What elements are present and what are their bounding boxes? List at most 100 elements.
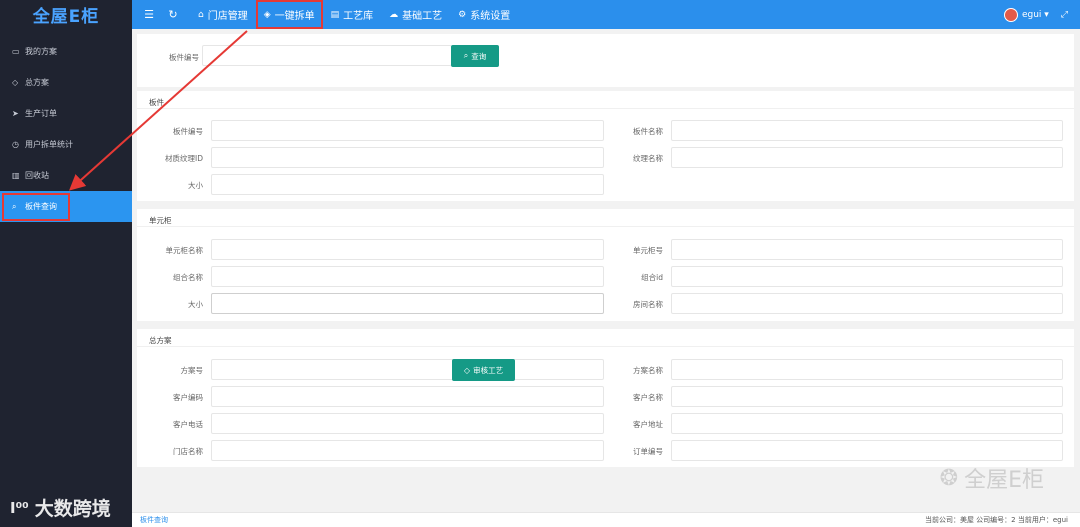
search-input[interactable] <box>202 45 452 66</box>
customer-phone-field[interactable] <box>211 413 604 434</box>
sidebar-item-label: 总方案 <box>25 78 49 87</box>
field-label: 板件名称 <box>633 127 663 136</box>
home-icon: ⌂ <box>198 9 204 20</box>
room-name-field[interactable] <box>671 293 1063 314</box>
board-name-field[interactable] <box>671 120 1063 141</box>
field-label: 方案号 <box>180 366 204 375</box>
user-area: egui ▾ ⤢ <box>1003 7 1080 22</box>
plan-no-field[interactable] <box>211 359 604 380</box>
shield-check-icon: ◈ <box>263 9 271 20</box>
customer-code-field[interactable] <box>211 386 604 407</box>
nav-label: 系统设置 <box>470 11 511 22</box>
field-label: 单元柜名称 <box>165 246 204 255</box>
main-content: 板件编号 ⌕ 查询 板件 板件编号 板件名称 材质纹理ID 纹理名称 大小 单元… <box>132 29 1080 512</box>
field-label: 大小 <box>188 300 203 309</box>
panel-title: 板件 <box>149 98 164 107</box>
menu-icon[interactable]: ☰ <box>142 8 156 21</box>
query-button[interactable]: ⌕ 查询 <box>451 45 499 67</box>
search-icon: ⌕ <box>463 51 469 60</box>
texture-name-field[interactable] <box>671 147 1063 168</box>
sidebar-item-user-split-stats[interactable]: ◷ 用户拆单统计 <box>0 129 132 160</box>
sidebar-item-label: 生产订单 <box>25 109 57 118</box>
nav-label: 门店管理 <box>207 11 248 22</box>
nav-one-click-split[interactable]: ◈ 一键拆单 <box>255 0 323 29</box>
board-size-field[interactable] <box>211 174 604 195</box>
nav-store-management[interactable]: ⌂ 门店管理 <box>190 0 256 29</box>
nav-label: 工艺库 <box>343 11 374 22</box>
clock-icon: ◷ <box>12 140 19 149</box>
nav-system-settings[interactable]: ⚙ 系统设置 <box>450 0 518 29</box>
field-label: 客户地址 <box>633 420 663 429</box>
footer: 板件查询 当前公司：美屋 公司编号：2 当前用户：egui <box>132 512 1080 527</box>
customer-address-field[interactable] <box>671 413 1063 434</box>
field-label: 大小 <box>188 181 203 190</box>
field-label: 房间名称 <box>633 300 663 309</box>
search-icon: ⌕ <box>12 201 17 211</box>
field-label: 组合id <box>641 273 663 282</box>
search-label: 板件编号 <box>169 53 199 62</box>
sidebar-item-label: 用户拆单统计 <box>25 140 73 149</box>
field-label: 客户电话 <box>173 420 203 429</box>
panel-title: 总方案 <box>149 336 172 345</box>
field-label: 板件编号 <box>173 127 203 136</box>
panel-title: 单元柜 <box>149 216 172 225</box>
unit-no-field[interactable] <box>671 239 1063 260</box>
store-name-field[interactable] <box>211 440 604 461</box>
order-no-field[interactable] <box>671 440 1063 461</box>
sidebar-item-label: 板件查询 <box>25 202 57 211</box>
audit-process-button[interactable]: ◇ 审核工艺 <box>452 359 515 381</box>
refresh-icon[interactable]: ↻ <box>166 8 180 21</box>
user-menu[interactable]: egui ▾ <box>1022 10 1049 20</box>
sidebar-item-my-plan[interactable]: ▭ 我的方案 <box>0 36 132 67</box>
panel-unit-cabinet: 单元柜 单元柜名称 单元柜号 组合名称 组合id 大小 房间名称 <box>137 209 1074 321</box>
nav-process-library[interactable]: ▤ 工艺库 <box>323 0 382 29</box>
field-label: 客户名称 <box>633 393 663 402</box>
unit-name-field[interactable] <box>211 239 604 260</box>
top-navbar: ☰ ↻ ⌂ 门店管理 ◈ 一键拆单 ▤ 工艺库 ☁ 基础工艺 ⚙ 系统设置 eg… <box>132 0 1080 29</box>
group-name-field[interactable] <box>211 266 604 287</box>
unit-size-field[interactable] <box>211 293 604 314</box>
divider <box>137 226 1074 227</box>
sidebar-item-label: 回收站 <box>25 171 49 180</box>
field-label: 订单编号 <box>633 447 663 456</box>
board-no-field[interactable] <box>211 120 604 141</box>
field-label: 材质纹理ID <box>165 154 203 163</box>
avatar[interactable] <box>1003 7 1018 22</box>
wechat-icon: ❂ <box>939 465 959 491</box>
texture-id-field[interactable] <box>211 147 604 168</box>
fullscreen-icon[interactable]: ⤢ <box>1061 10 1068 20</box>
book-icon: ▤ <box>330 9 340 20</box>
sidebar: 全屋E柜 ▭ 我的方案 ◇ 总方案 ➤ 生产订单 ◷ 用户拆单统计 ▥ 回收站 … <box>0 0 132 527</box>
plan-name-field[interactable] <box>671 359 1063 380</box>
send-icon: ➤ <box>12 109 19 118</box>
nav-label: 基础工艺 <box>402 11 443 22</box>
sidebar-item-master-plan[interactable]: ◇ 总方案 <box>0 67 132 98</box>
gear-icon: ⚙ <box>458 9 467 20</box>
sidebar-item-recycle-bin[interactable]: ▥ 回收站 <box>0 160 132 191</box>
app-logo: 全屋E柜 <box>32 7 100 27</box>
field-label: 纹理名称 <box>633 154 663 163</box>
panel-master-plan: 总方案 方案号 ◇ 审核工艺 方案名称 客户编码 客户名称 客户电话 客户地址 … <box>137 329 1074 467</box>
watermark-right: ❂ 全屋E柜 <box>939 465 1044 494</box>
field-label: 单元柜号 <box>633 246 663 255</box>
sidebar-item-production-order[interactable]: ➤ 生产订单 <box>0 98 132 129</box>
brand-logo-icon: I⁰⁰ <box>10 498 29 517</box>
group-id-field[interactable] <box>671 266 1063 287</box>
customer-name-field[interactable] <box>671 386 1063 407</box>
cloud-icon: ☁ <box>389 9 399 20</box>
diamond-icon: ◇ <box>12 78 19 87</box>
breadcrumb[interactable]: 板件查询 <box>140 515 168 525</box>
field-label: 方案名称 <box>633 366 663 375</box>
panel-board: 板件 板件编号 板件名称 材质纹理ID 纹理名称 大小 <box>137 91 1074 201</box>
watermark-left: I⁰⁰ 大数跨境 <box>10 498 111 520</box>
nav-basic-process[interactable]: ☁ 基础工艺 <box>381 0 450 29</box>
field-label: 门店名称 <box>173 447 203 456</box>
sidebar-item-label: 我的方案 <box>25 47 57 56</box>
divider <box>137 108 1074 109</box>
top-nav: ⌂ 门店管理 ◈ 一键拆单 ▤ 工艺库 ☁ 基础工艺 ⚙ 系统设置 <box>190 0 518 29</box>
field-label: 组合名称 <box>173 273 203 282</box>
divider <box>137 346 1074 347</box>
trash-icon: ▥ <box>12 171 20 180</box>
nav-label: 一键拆单 <box>274 11 315 22</box>
sidebar-item-board-query[interactable]: ⌕ 板件查询 <box>0 191 132 222</box>
